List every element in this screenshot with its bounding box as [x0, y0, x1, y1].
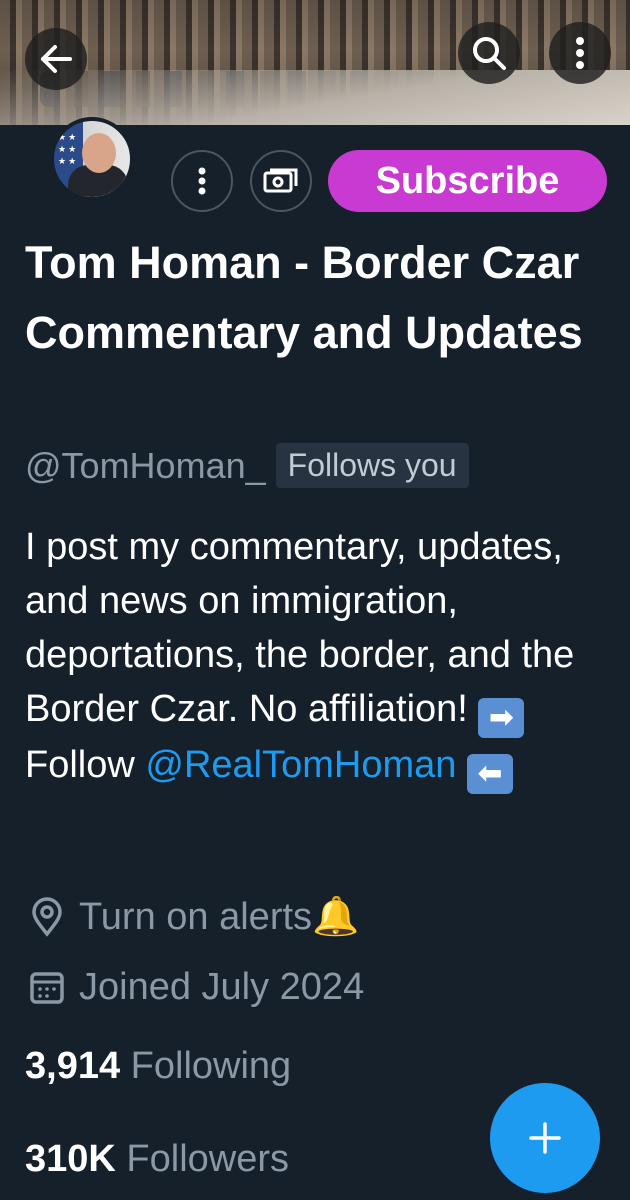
more-options-button[interactable]	[549, 22, 611, 84]
bio-mention-link[interactable]: @RealTomHoman	[145, 744, 456, 786]
profile-banner[interactable]	[0, 0, 630, 125]
search-icon	[473, 37, 506, 70]
search-button[interactable]	[458, 22, 520, 84]
followers-label: Followers	[126, 1138, 290, 1180]
calendar-icon	[25, 965, 69, 1009]
subscriptions-button[interactable]	[250, 150, 312, 212]
joined-row: Joined July 2024	[25, 965, 364, 1009]
bell-emoji: 🔔	[312, 896, 360, 938]
left-arrow-emoji: ⬅	[466, 754, 513, 794]
alerts-text: Turn on alerts	[79, 895, 313, 938]
avatar-flag-stars: ★★ ★★ ★★	[58, 132, 79, 166]
location-pin-icon	[25, 895, 69, 939]
profile-more-button[interactable]	[171, 150, 233, 212]
more-vertical-icon	[576, 37, 584, 69]
avatar-face	[82, 133, 116, 173]
followers-stat[interactable]: 310K Followers	[25, 1138, 289, 1181]
profile-display-name: Tom Homan - Border Czar Commentary and U…	[25, 237, 583, 358]
alerts-row[interactable]: Turn on alerts 🔔	[25, 895, 359, 939]
bio-follow-prefix: Follow	[25, 744, 146, 786]
right-arrow-emoji: ➡	[478, 698, 525, 738]
joined-text: Joined July 2024	[79, 965, 365, 1008]
profile-handle: @TomHoman_	[25, 444, 266, 486]
arrow-left-icon	[41, 45, 72, 73]
subscribe-button[interactable]: Subscribe	[328, 150, 607, 212]
compose-fab-button[interactable]	[490, 1083, 600, 1193]
avatar[interactable]: ★★ ★★ ★★	[50, 117, 134, 201]
money-icon	[263, 168, 298, 193]
following-stat[interactable]: 3,914 Following	[25, 1045, 291, 1088]
follows-you-badge: Follows you	[275, 443, 469, 488]
handle-row: @TomHoman_ Follows you	[25, 443, 469, 488]
following-label: Following	[130, 1045, 292, 1087]
more-vertical-icon	[198, 167, 206, 195]
followers-count: 310K	[25, 1138, 116, 1180]
following-count: 3,914	[25, 1045, 121, 1087]
plus-icon	[529, 1122, 561, 1154]
back-button[interactable]	[25, 28, 87, 90]
profile-bio: I post my commentary, updates, and news …	[25, 520, 615, 794]
